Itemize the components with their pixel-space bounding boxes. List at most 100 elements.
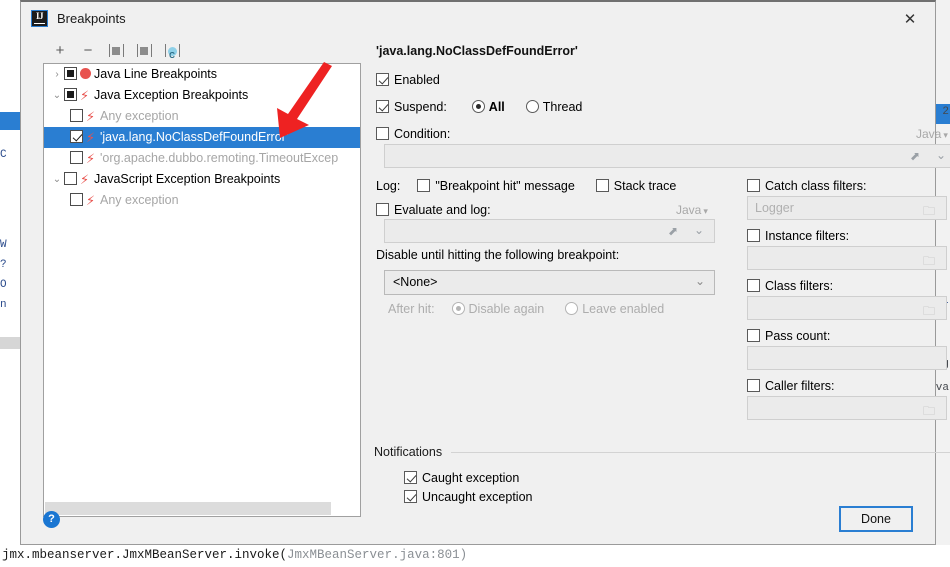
disable-until-combo[interactable]: <None> ⌄ bbox=[384, 270, 715, 295]
suspend-row[interactable]: Suspend: All Thread bbox=[376, 100, 582, 114]
instance-filters-row[interactable]: Instance filters: bbox=[747, 229, 849, 243]
tree-row-checkbox[interactable] bbox=[64, 67, 77, 80]
breakpoints-tree[interactable]: › Java Line Breakpoints ⌄ ⚡ Java Exception B… bbox=[43, 63, 361, 517]
suspend-thread-radio[interactable] bbox=[525, 100, 539, 113]
uncaught-exception-row[interactable]: Uncaught exception bbox=[404, 490, 533, 504]
folder-icon[interactable]: 🗀 bbox=[923, 302, 938, 318]
remove-breakpoint-button[interactable]: − bbox=[74, 40, 102, 62]
enabled-checkbox[interactable] bbox=[376, 73, 389, 86]
condition-row[interactable]: Condition: bbox=[376, 127, 450, 141]
tree-row-checkbox[interactable] bbox=[70, 130, 83, 143]
breakpoint-hit-message-checkbox[interactable] bbox=[417, 179, 431, 192]
chevron-right-icon[interactable]: › bbox=[50, 64, 64, 85]
condition-input[interactable]: ⬈ ⌄ bbox=[384, 144, 950, 168]
evaluate-and-log-row[interactable]: Evaluate and log: bbox=[376, 203, 491, 217]
catch-class-filters-checkbox[interactable] bbox=[747, 179, 760, 192]
evaluate-expand-editor-icon[interactable]: ⬈ bbox=[668, 224, 678, 238]
catch-class-filters-row[interactable]: Catch class filters: bbox=[747, 179, 866, 193]
suspend-all-radio[interactable] bbox=[471, 100, 485, 113]
exception-breakpoint-icon: ⚡ bbox=[86, 194, 96, 209]
exception-breakpoint-icon: ⚡ bbox=[80, 173, 90, 188]
pass-count-row[interactable]: Pass count: bbox=[747, 329, 830, 343]
catch-class-filters-input[interactable]: Logger 🗀 bbox=[747, 196, 947, 220]
folder-icon[interactable]: 🗀 bbox=[923, 402, 938, 418]
help-button[interactable]: ? bbox=[43, 511, 60, 528]
save-breakpoints-icon[interactable] bbox=[130, 40, 158, 62]
instance-filters-checkbox[interactable] bbox=[747, 229, 760, 242]
tree-row-checkbox[interactable] bbox=[70, 109, 83, 122]
suspend-all-label: All bbox=[488, 100, 505, 114]
uncaught-exception-checkbox[interactable] bbox=[404, 490, 417, 503]
tree-row[interactable]: ⚡ 'org.apache.dubbo.remoting.TimeoutExcep bbox=[44, 148, 360, 169]
condition-language-selector[interactable]: Java ▾ bbox=[916, 127, 948, 141]
condition-checkbox[interactable] bbox=[376, 127, 389, 140]
class-filters-input[interactable]: 🗀 bbox=[747, 296, 947, 320]
dialog-title: Breakpoints bbox=[57, 11, 126, 26]
tree-row-label: Java Exception Breakpoints bbox=[94, 88, 249, 102]
disable-until-value: <None> bbox=[393, 275, 438, 289]
condition-history-chevron-icon[interactable]: ⌄ bbox=[936, 148, 946, 162]
caller-filters-checkbox[interactable] bbox=[747, 379, 760, 392]
evaluate-and-log-checkbox[interactable] bbox=[376, 203, 389, 216]
bg-code-line: C bbox=[0, 149, 7, 161]
tree-row-checkbox[interactable] bbox=[64, 172, 77, 185]
line-breakpoint-icon bbox=[80, 68, 91, 79]
tree-row[interactable]: ⚡ Any exception bbox=[44, 190, 360, 211]
breakpoint-detail-title: 'java.lang.NoClassDefFoundError' bbox=[376, 44, 578, 58]
class-filters-checkbox[interactable] bbox=[747, 279, 760, 292]
after-hit-row: After hit: Disable again Leave enabled bbox=[388, 302, 664, 316]
chevron-down-icon[interactable]: ⌄ bbox=[50, 169, 64, 190]
evaluate-history-chevron-icon[interactable]: ⌄ bbox=[694, 223, 704, 237]
folder-icon[interactable]: 🗀 bbox=[923, 252, 938, 268]
bg-code-line: ? bbox=[0, 259, 7, 271]
tree-row[interactable]: › Java Line Breakpoints bbox=[44, 64, 360, 85]
group-by-file-icon[interactable] bbox=[102, 40, 130, 62]
tree-toolbar: + − C bbox=[46, 40, 366, 62]
done-button[interactable]: Done bbox=[839, 506, 913, 532]
suspend-checkbox[interactable] bbox=[376, 100, 389, 113]
exception-breakpoint-icon: ⚡ bbox=[86, 152, 96, 167]
tree-horizontal-scrollbar[interactable] bbox=[45, 502, 360, 515]
uncaught-exception-label: Uncaught exception bbox=[422, 490, 533, 504]
evaluate-language-selector[interactable]: Java ▾ bbox=[676, 203, 708, 217]
enabled-checkbox-row[interactable]: Enabled bbox=[376, 73, 440, 87]
log-label: Log: bbox=[376, 179, 401, 193]
chevron-down-icon[interactable]: ⌄ bbox=[695, 274, 705, 288]
folder-icon[interactable]: 🗀 bbox=[923, 202, 938, 218]
caught-exception-row[interactable]: Caught exception bbox=[404, 471, 519, 485]
console-stacktrace-line: jmx.mbeanserver.JmxMBeanServer.invoke(Jm… bbox=[2, 548, 467, 562]
breakpoints-dialog: IJ Breakpoints ✕ + − C › Java Line Breakp… bbox=[20, 0, 950, 545]
instance-filters-input[interactable]: 🗀 bbox=[747, 246, 947, 270]
intellij-idea-icon: IJ bbox=[31, 10, 48, 27]
evaluate-and-log-input[interactable]: ⬈ ⌄ bbox=[384, 219, 715, 243]
class-filters-row[interactable]: Class filters: bbox=[747, 279, 833, 293]
tree-row-checkbox[interactable] bbox=[64, 88, 77, 101]
close-icon[interactable]: ✕ bbox=[891, 6, 929, 32]
disable-again-radio bbox=[451, 302, 465, 315]
caller-filters-row[interactable]: Caller filters: bbox=[747, 379, 834, 393]
tree-row[interactable]: ⚡ Any exception bbox=[44, 106, 360, 127]
caller-filters-input[interactable]: 🗀 bbox=[747, 396, 947, 420]
chevron-down-icon[interactable]: ⌄ bbox=[50, 85, 64, 106]
dialog-titlebar: IJ Breakpoints ✕ bbox=[21, 2, 935, 36]
stack-trace-label: Stack trace bbox=[613, 179, 677, 193]
tree-row-checkbox[interactable] bbox=[70, 193, 83, 206]
evaluate-and-log-label: Evaluate and log: bbox=[394, 203, 491, 217]
bg-code-line: n bbox=[0, 299, 7, 311]
stack-trace-checkbox[interactable] bbox=[595, 179, 609, 192]
pass-count-input[interactable] bbox=[747, 346, 947, 370]
pass-count-checkbox[interactable] bbox=[747, 329, 760, 342]
expand-editor-icon[interactable]: ⬈ bbox=[910, 149, 920, 163]
group-by-class-icon[interactable]: C bbox=[158, 40, 186, 62]
caught-exception-label: Caught exception bbox=[422, 471, 520, 485]
tree-row[interactable]: ⚡ 'java.lang.NoClassDefFoundError' bbox=[44, 127, 360, 148]
tree-row-checkbox[interactable] bbox=[70, 151, 83, 164]
bg-right-text: 2 bbox=[942, 106, 949, 118]
add-breakpoint-button[interactable]: + bbox=[46, 40, 74, 62]
exception-breakpoint-icon: ⚡ bbox=[80, 89, 90, 104]
tree-row[interactable]: ⌄ ⚡ JavaScript Exception Breakpoints bbox=[44, 169, 360, 190]
evaluate-language-label: Java bbox=[676, 203, 702, 217]
caught-exception-checkbox[interactable] bbox=[404, 471, 417, 484]
tree-row[interactable]: ⌄ ⚡ Java Exception Breakpoints bbox=[44, 85, 360, 106]
bg-scrollbar bbox=[0, 337, 20, 349]
